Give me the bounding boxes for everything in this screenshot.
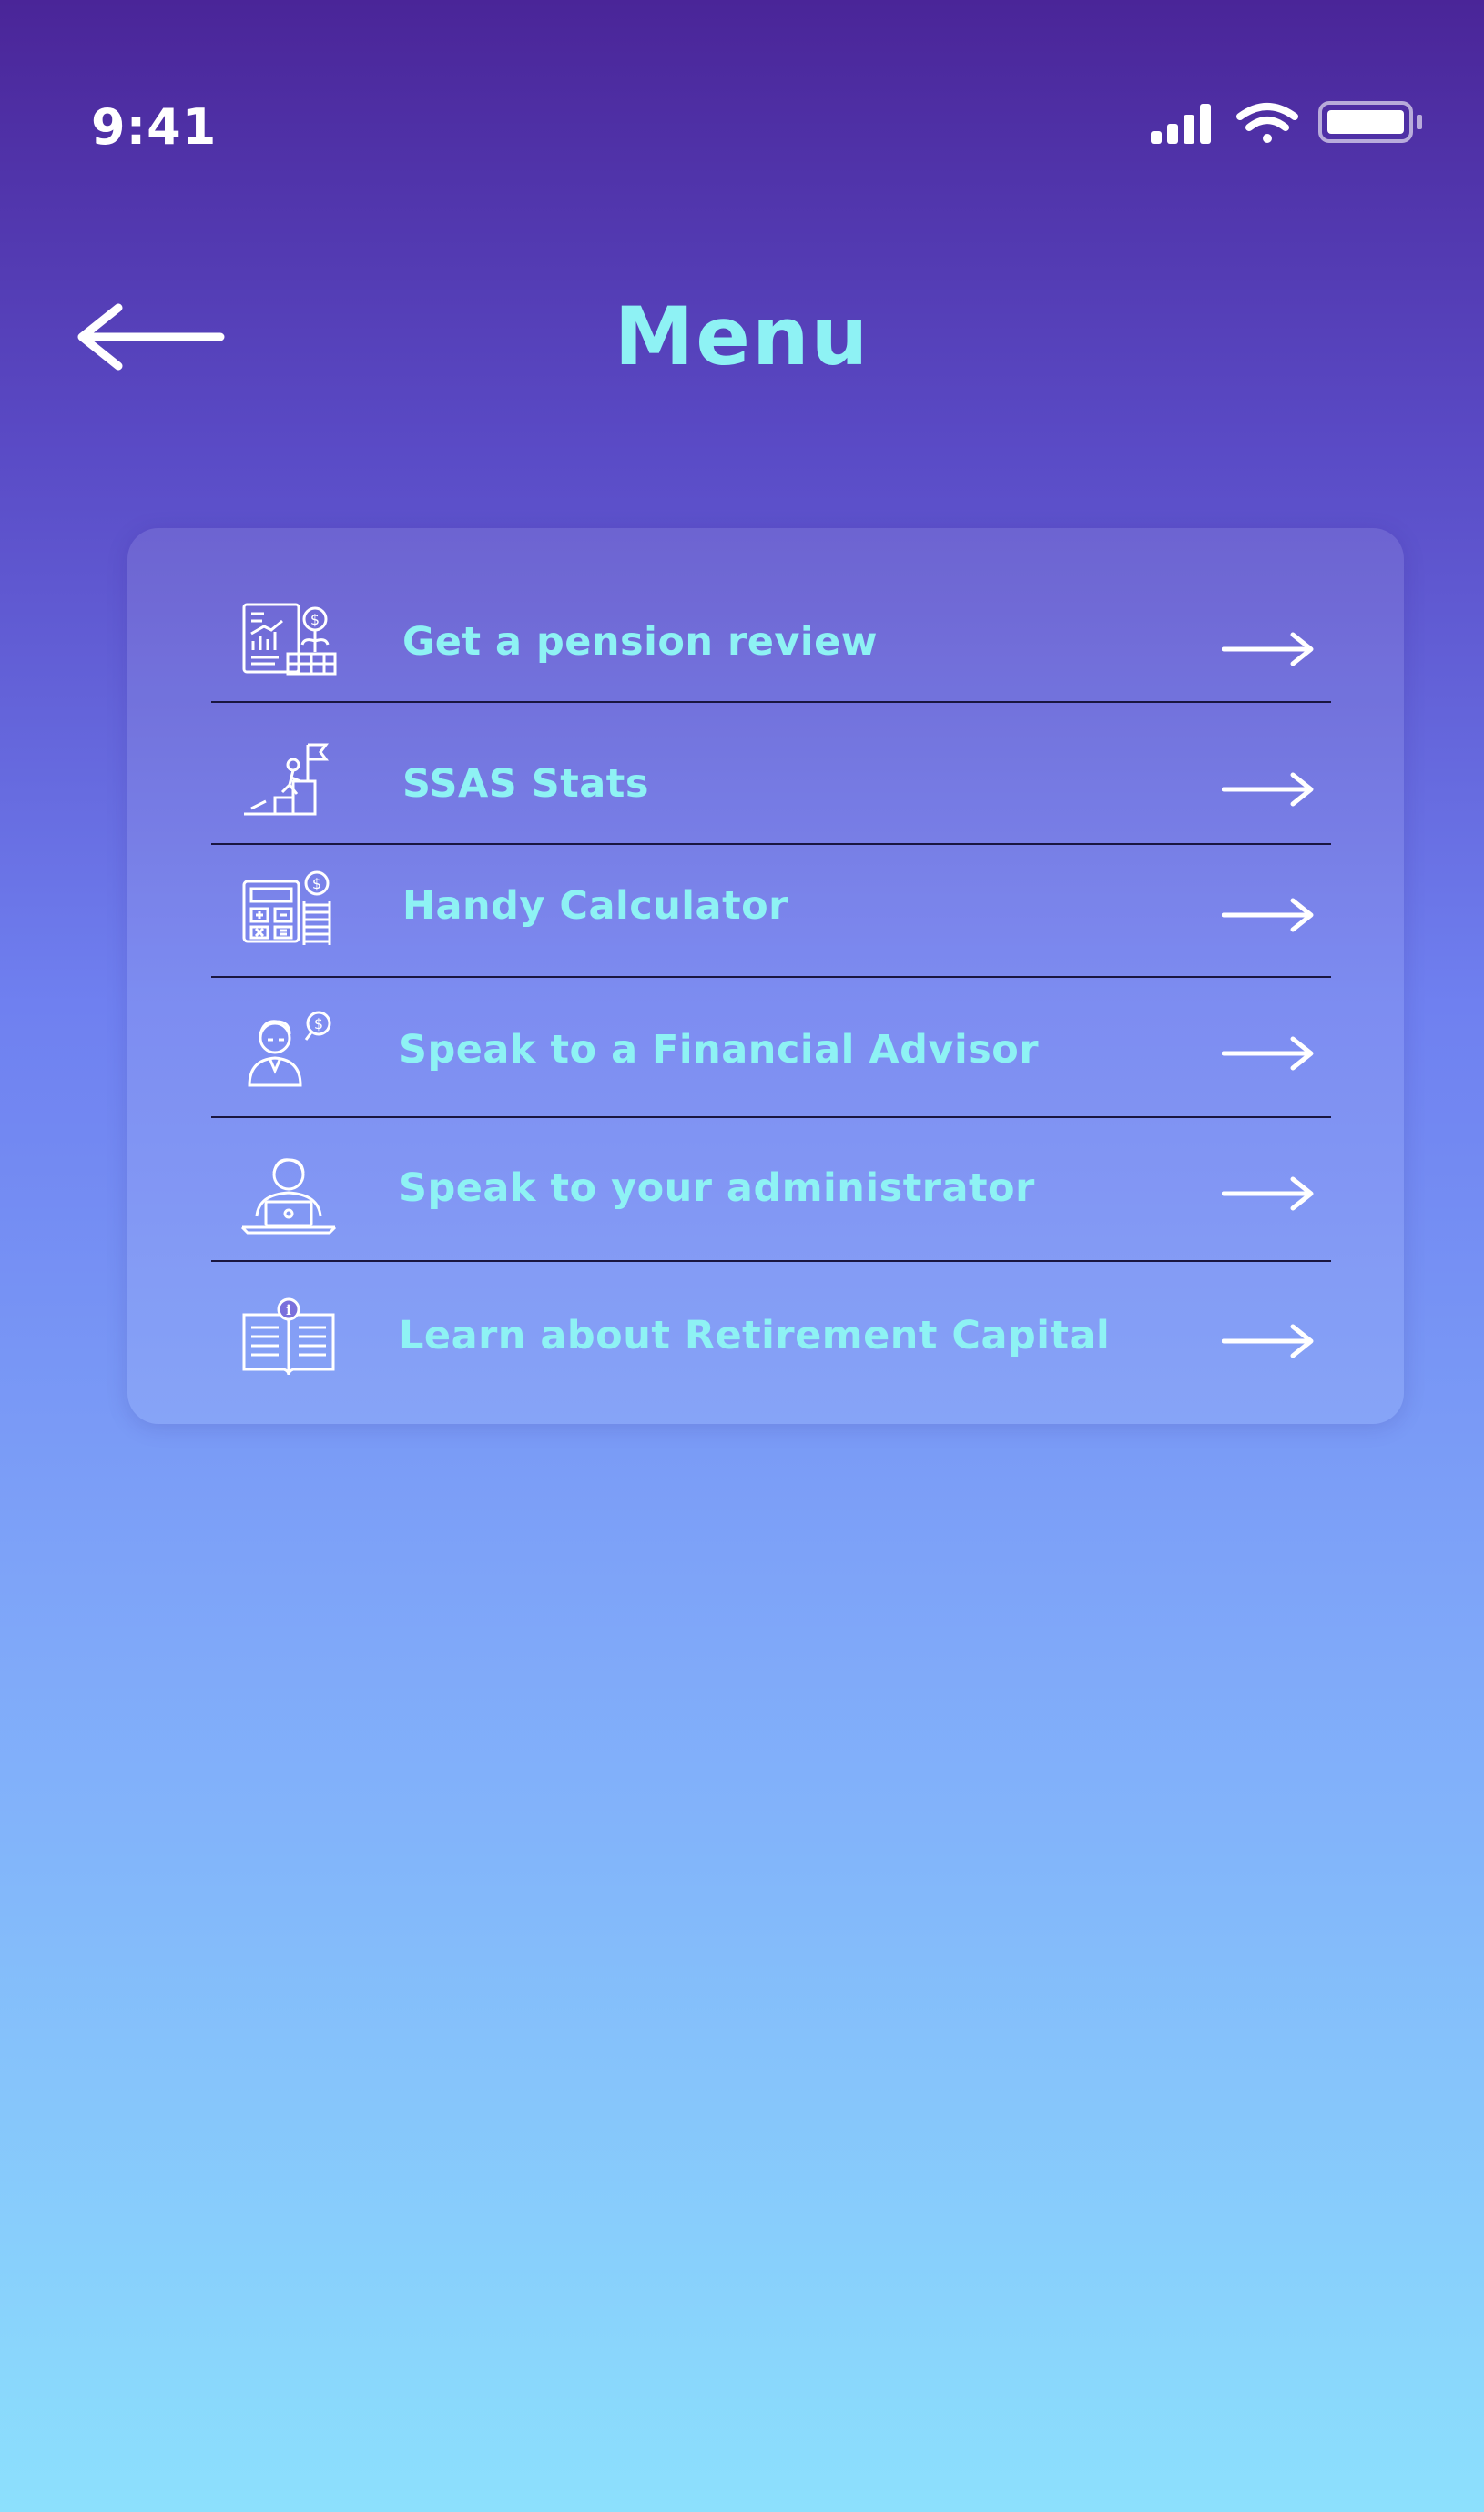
svg-text:$: $ — [312, 875, 321, 892]
wifi-icon — [1236, 103, 1298, 143]
arrow-right-icon — [1222, 898, 1314, 932]
arrow-right-icon — [1222, 1324, 1314, 1358]
arrow-right-icon — [1222, 632, 1314, 666]
battery-icon — [1318, 101, 1422, 143]
menu-item-financial-advisor[interactable]: $ Speak to a Financial Advisor — [211, 978, 1331, 1118]
status-time: 9:41 — [91, 98, 218, 156]
menu-card: $ Get a pension review SSAS Stats $ Hand… — [127, 528, 1404, 1424]
menu-item-administrator[interactable]: Speak to your administrator — [211, 1118, 1331, 1262]
svg-text:i: i — [286, 1302, 291, 1318]
menu-item-learn-retirement-capital[interactable]: i Learn about Retirement Capital — [211, 1262, 1331, 1398]
status-icons — [1151, 101, 1422, 144]
svg-text:$: $ — [310, 611, 320, 628]
arrow-right-icon — [1222, 1176, 1314, 1211]
menu-item-label: Get a pension review — [402, 619, 879, 665]
arrow-right-icon — [1222, 1036, 1314, 1071]
menu-item-label: SSAS Stats — [402, 761, 649, 807]
pension-report-icon: $ — [242, 603, 337, 676]
menu-item-label: Speak to your administrator — [399, 1165, 1035, 1211]
calculator-coins-icon: $ — [242, 870, 331, 945]
administrator-laptop-icon — [240, 1158, 337, 1235]
menu-item-label: Handy Calculator — [402, 883, 788, 929]
advisor-icon: $ — [248, 1011, 331, 1087]
arrow-right-icon — [1222, 772, 1314, 807]
menu-item-label: Learn about Retirement Capital — [399, 1313, 1111, 1358]
menu-item-label: Speak to a Financial Advisor — [399, 1027, 1040, 1073]
info-book-icon: i — [242, 1297, 335, 1376]
svg-text:$: $ — [314, 1015, 323, 1032]
menu-item-pension-review[interactable]: $ Get a pension review — [211, 592, 1331, 703]
menu-item-handy-calculator[interactable]: $ Handy Calculator — [211, 845, 1331, 978]
stairs-flag-icon — [244, 743, 329, 816]
page-title: Menu — [614, 290, 870, 383]
signal-icon — [1151, 104, 1211, 144]
status-bar: 9:41 — [0, 0, 1484, 182]
menu-item-ssas-stats[interactable]: SSAS Stats — [211, 703, 1331, 845]
